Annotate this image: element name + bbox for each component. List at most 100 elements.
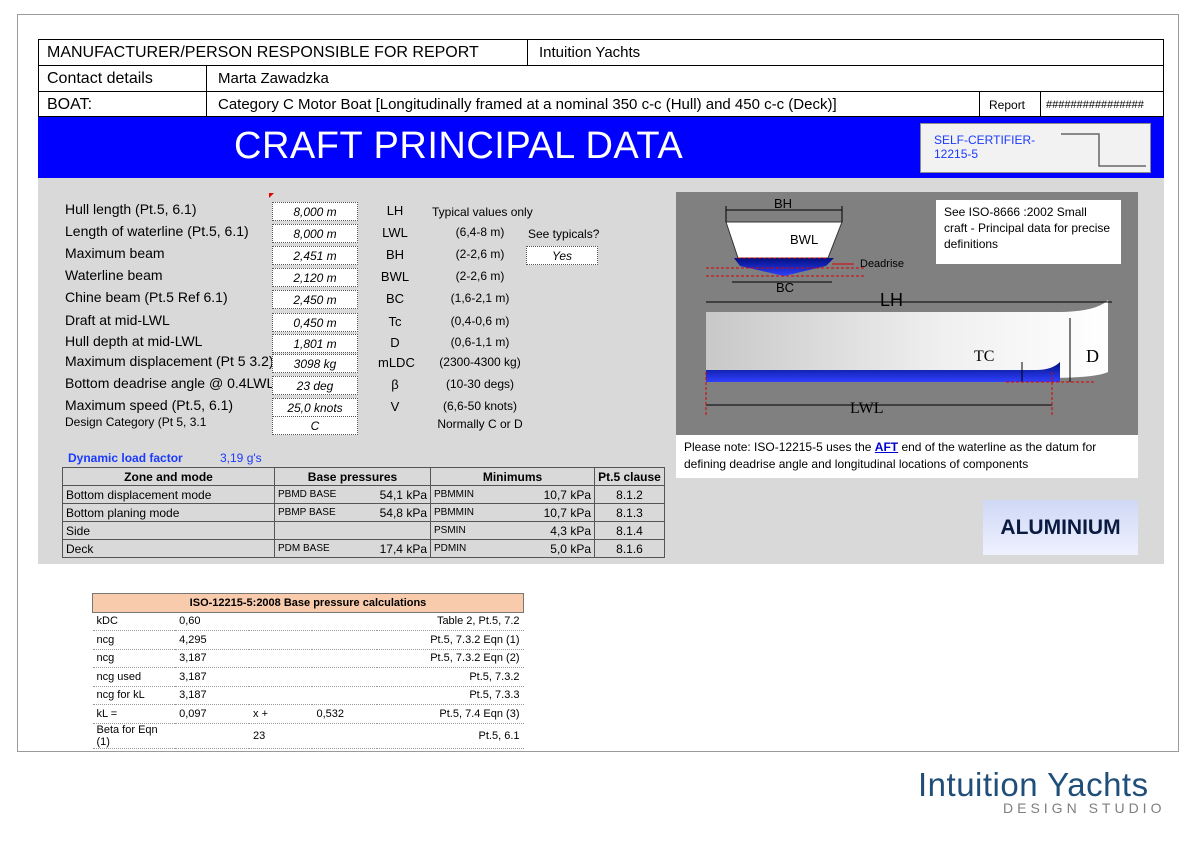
param-value-input[interactable]: 0,450 m <box>272 313 358 332</box>
param-symbol: BH <box>385 247 405 262</box>
pressure-row: Bottom displacement mode PBMD BASE 54,1 kP… <box>62 485 665 504</box>
min-symbol-cell: PSMIN <box>430 521 527 540</box>
param-typical: (6,6-50 knots) <box>442 399 518 413</box>
calc-sym-cell: ncg for kL <box>92 686 176 705</box>
calc-row: kL = 0,097 x +0,532 Pt.5, 7.4 Eqn (3) <box>92 704 524 724</box>
calc-val2-cell <box>312 649 378 668</box>
param-value-input[interactable]: C <box>272 416 358 435</box>
self-certifier-label: SELF-CERTIFIER-12215-5 <box>934 133 1036 161</box>
param-label: Hull depth at mid-LWL <box>65 333 203 349</box>
header-min: Minimums <box>430 467 595 486</box>
param-label: Hull length (Pt.5, 6.1) <box>65 201 197 217</box>
contact-label: Contact details <box>47 70 153 87</box>
param-typical: (0,6-1,1 m) <box>450 335 510 349</box>
boat-value[interactable]: Category C Motor Boat [Longitudinally fr… <box>210 93 975 117</box>
calc-mid-cell <box>249 686 313 705</box>
calc-sym-cell: kDC <box>92 612 176 631</box>
min-value-cell: 5,0 kPa <box>526 539 595 558</box>
calc-val2-cell <box>312 723 378 749</box>
calc-val-cell: 4,295 <box>175 630 250 650</box>
param-typical: (2-2,6 m) <box>455 269 505 283</box>
calc-ref-cell: Table 2, Pt.5, 7.2 <box>377 612 524 631</box>
contact-value[interactable]: Marta Zawadzka <box>210 67 710 91</box>
report-value[interactable]: ################ <box>1040 93 1162 117</box>
calc-sym-cell: ncg <box>92 630 176 650</box>
param-value-input[interactable]: 23 deg <box>272 376 358 395</box>
param-typical: (0,4-0,6 m) <box>450 314 510 328</box>
param-label: Maximum speed (Pt.5, 6.1) <box>65 397 234 413</box>
calc-val2-cell <box>312 612 378 631</box>
param-label: Design Category (Pt 5, 3.1 <box>65 415 207 429</box>
tc-label: TC <box>974 348 995 365</box>
min-value-cell: 4,3 kPa <box>526 521 595 540</box>
see-typicals-input[interactable]: Yes <box>526 246 598 265</box>
calc-mid-cell <box>249 667 313 687</box>
calc-row: Beta for Eqn (1) 23 Pt.5, 6.1 <box>92 723 524 749</box>
param-label: Maximum displacement (Pt 5 3.2) <box>65 353 274 369</box>
pressure-row: Deck PDM BASE 17,4 kPa PDMIN 5,0 kPa 8.1.6 <box>62 539 665 558</box>
calc-ref-cell: Pt.5, 7.4 Eqn (3) <box>377 704 524 724</box>
iso-8666-note: See ISO-8666 :2002 Small craft - Princip… <box>936 200 1121 264</box>
aft-link: AFT <box>874 440 899 454</box>
calc-val-cell <box>175 723 250 749</box>
param-value-input[interactable]: 25,0 knots <box>272 398 358 417</box>
calc-sym-cell: Beta for Eqn (1) <box>92 723 176 749</box>
zone-cell: Bottom displacement mode <box>62 485 275 504</box>
param-symbol: Tc <box>388 314 402 329</box>
calc-val2-cell <box>312 630 378 650</box>
calc-ref-cell: Pt.5, 6.1 <box>377 723 524 749</box>
comment-marker-icon <box>269 193 274 198</box>
base-symbol-cell <box>274 521 371 540</box>
header-base: Base pressures <box>274 467 431 486</box>
param-value-input[interactable]: 2,120 m <box>272 268 358 287</box>
zone-cell: Side <box>62 521 275 540</box>
param-symbol: β <box>391 377 399 392</box>
brand-logo: Intuition Yachts <box>918 766 1149 803</box>
base-value-cell: 17,4 kPa <box>370 539 431 558</box>
param-symbol: mLDC <box>378 355 415 370</box>
param-label: Bottom deadrise angle @ 0.4LWL <box>65 375 275 391</box>
calc-val-cell: 0,60 <box>175 612 250 631</box>
calc-mid-cell <box>249 649 313 668</box>
param-label: Waterline beam <box>65 267 163 283</box>
param-typical: (2-2,6 m) <box>455 247 505 261</box>
material-badge: ALUMINIUM <box>983 500 1138 555</box>
header-zone: Zone and mode <box>62 467 275 486</box>
calc-mid-cell: 23 <box>249 723 313 749</box>
param-typical: (2300-4300 kg) <box>439 355 521 369</box>
pressure-table: Zone and mode Base pressures Minimums Pt… <box>62 467 665 558</box>
param-label: Length of waterline (Pt.5, 6.1) <box>65 223 249 239</box>
calc-val-cell: 0,097 <box>175 704 250 724</box>
dynamic-load-label: Dynamic load factor <box>68 451 183 465</box>
param-label: Chine beam (Pt.5 Ref 6.1) <box>65 289 228 305</box>
calc-ref-cell: Pt.5, 7.3.2 Eqn (2) <box>377 649 524 668</box>
param-symbol: LH <box>386 203 404 218</box>
lwl-label: LWL <box>850 400 884 417</box>
param-label: Draft at mid-LWL <box>65 312 170 328</box>
param-label: Maximum beam <box>65 245 165 261</box>
param-value-input[interactable]: 8,000 m <box>272 224 358 243</box>
param-value-input[interactable]: 2,451 m <box>272 246 358 265</box>
param-symbol: D <box>390 335 400 350</box>
calc-row: ncg 4,295 Pt.5, 7.3.2 Eqn (1) <box>92 630 524 650</box>
bh-label: BH <box>774 196 793 211</box>
typical-header: Typical values only <box>432 205 533 219</box>
min-value-cell: 10,7 kPa <box>526 485 595 504</box>
param-typical: (6,4-8 m) <box>455 225 505 239</box>
min-symbol-cell: PBMMIN <box>430 503 527 522</box>
param-value-input[interactable]: 3098 kg <box>272 354 358 373</box>
manufacturer-label: MANUFACTURER/PERSON RESPONSIBLE FOR REPO… <box>47 44 479 61</box>
calc-val-cell: 3,187 <box>175 667 250 687</box>
calc-ref-cell: Pt.5, 7.3.3 <box>377 686 524 705</box>
calc-mid-cell <box>249 630 313 650</box>
calc-val-cell: 3,187 <box>175 686 250 705</box>
see-typicals-label: See typicals? <box>528 227 600 241</box>
param-value-input[interactable]: 8,000 m <box>272 202 358 221</box>
calc-mid-cell <box>249 612 313 631</box>
param-value-input[interactable]: 1,801 m <box>272 334 358 353</box>
param-value-input[interactable]: 2,450 m <box>272 290 358 309</box>
calc-val-cell: 3,187 <box>175 649 250 668</box>
param-symbol: LWL <box>382 225 408 240</box>
clause-cell: 8.1.4 <box>594 521 665 540</box>
manufacturer-value[interactable]: Intuition Yachts <box>531 41 931 65</box>
